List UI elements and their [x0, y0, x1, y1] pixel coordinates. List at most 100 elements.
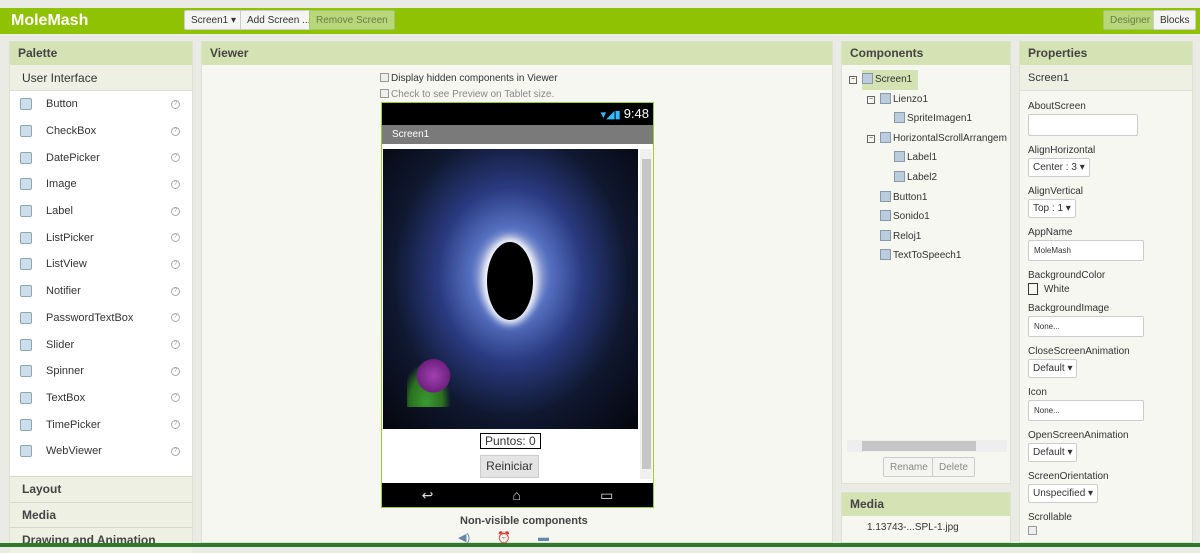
delete-button[interactable]: Delete	[932, 457, 975, 477]
palette-item-listpicker[interactable]: ListPicker?	[10, 224, 192, 251]
media-item[interactable]: 1.13743-...SPL-1.jpg	[842, 516, 1010, 533]
icon-input[interactable]: None...	[1028, 400, 1144, 421]
screen-title-bar: Screen1	[382, 125, 653, 144]
align-horizontal-select[interactable]: Center : 3 ▾	[1028, 158, 1090, 177]
help-icon[interactable]: ?	[171, 313, 180, 323]
palette-item-notifier[interactable]: Notifier?	[10, 278, 192, 305]
tree-item-label: HorizontalScrollArrangem	[893, 132, 1007, 144]
about-screen-textarea[interactable]	[1028, 114, 1138, 136]
palette-item-label[interactable]: Label?	[10, 198, 192, 225]
palette-category[interactable]: Layout	[10, 476, 192, 502]
display-hidden-checkbox[interactable]: Display hidden components in Viewer	[380, 73, 558, 84]
scrollable-label: Scrollable	[1028, 512, 1072, 523]
screen-orientation-select[interactable]: Unspecified ▾	[1028, 484, 1099, 503]
palette-item-slider[interactable]: Slider?	[10, 331, 192, 358]
palette-item-image[interactable]: Image?	[10, 171, 192, 198]
help-icon[interactable]: ?	[171, 126, 180, 136]
nav-bar: ↩ ⌂ ▭	[382, 483, 653, 507]
tree-item[interactable]: − Lienzo1	[842, 90, 1010, 110]
tablet-preview-checkbox[interactable]: Check to see Preview on Tablet size.	[380, 89, 554, 100]
help-icon[interactable]: ?	[171, 179, 180, 189]
tree-item-label: Button1	[893, 191, 928, 203]
tree-item[interactable]: − Screen1	[842, 70, 1010, 90]
palette-item-passwordtextbox[interactable]: PasswordTextBox?	[10, 305, 192, 332]
collapse-icon[interactable]: −	[849, 76, 857, 84]
palette-item-label: PasswordTextBox	[46, 311, 134, 324]
tree-item[interactable]: Label1	[842, 148, 1010, 168]
palette-item-spinner[interactable]: Spinner?	[10, 358, 192, 385]
remove-screen-button[interactable]: Remove Screen	[309, 10, 395, 30]
palette-item-label: Slider	[46, 338, 75, 351]
checkbox-icon[interactable]	[380, 73, 389, 82]
help-icon[interactable]: ?	[171, 206, 180, 216]
tree-item[interactable]: Label2	[842, 168, 1010, 188]
palette-item-datepicker[interactable]: DatePicker?	[10, 144, 192, 171]
datepicker-icon	[20, 151, 32, 164]
tree-item[interactable]: Sonido1	[842, 207, 1010, 227]
passwordtextbox-icon	[20, 311, 32, 324]
help-icon[interactable]: ?	[171, 420, 180, 430]
palette-item-timepicker[interactable]: TimePicker?	[10, 411, 192, 438]
components-title: Components	[842, 42, 1010, 65]
help-icon[interactable]: ?	[171, 233, 180, 243]
screen-select[interactable]: Screen1 ▾	[184, 10, 244, 30]
help-icon[interactable]: ?	[171, 340, 180, 350]
tree-item[interactable]: SpriteImagen1	[842, 109, 1010, 129]
background-image-input[interactable]: None...	[1028, 316, 1144, 337]
black-hole-image	[487, 242, 533, 320]
color-swatch[interactable]	[1028, 283, 1038, 295]
palette-item-label: TimePicker	[46, 418, 101, 431]
align-vertical-select[interactable]: Top : 1 ▾	[1028, 199, 1076, 218]
help-icon[interactable]: ?	[171, 446, 180, 456]
webviewer-icon	[20, 445, 32, 458]
palette-category[interactable]: Drawing and Animation	[10, 527, 192, 553]
app-name-label: AppName	[1028, 227, 1073, 238]
collapse-icon[interactable]: −	[867, 134, 875, 143]
help-icon[interactable]: ?	[171, 393, 180, 403]
palette-category[interactable]: Media	[10, 501, 192, 527]
blocks-button[interactable]: Blocks	[1153, 10, 1197, 30]
scrollable-checkbox[interactable]	[1028, 526, 1037, 535]
tree-item[interactable]: TextToSpeech1	[842, 246, 1010, 266]
palette-item-listview[interactable]: ListView?	[10, 251, 192, 278]
tree-item[interactable]: Button1	[842, 188, 1010, 208]
palette-item-checkbox[interactable]: CheckBox?	[10, 118, 192, 145]
listview-icon	[20, 258, 32, 271]
collapse-icon[interactable]: −	[867, 95, 875, 104]
components-hscroll[interactable]	[847, 440, 1007, 452]
background-color-picker[interactable]: White	[1028, 283, 1192, 295]
tree-item-label: Screen1	[875, 74, 913, 85]
canvas-lienzo1[interactable]	[383, 149, 638, 429]
palette-section-user-interface[interactable]: User Interface	[10, 65, 192, 91]
align-vertical-label: AlignVertical	[1028, 186, 1084, 197]
phone-scrollbar[interactable]	[640, 149, 652, 479]
component-icon	[880, 210, 891, 222]
palette-item-label: Notifier	[46, 285, 81, 298]
palette-item-label: ListView	[46, 258, 87, 271]
palette-item-textbox[interactable]: TextBox?	[10, 385, 192, 412]
rename-button[interactable]: Rename	[883, 457, 935, 477]
wifi-signal-battery-icon: ▾◢▮	[600, 109, 624, 121]
tree-item[interactable]: − HorizontalScrollArrangem	[842, 129, 1010, 149]
add-screen-button[interactable]: Add Screen ...	[240, 10, 318, 30]
help-icon[interactable]: ?	[171, 99, 180, 109]
close-animation-select[interactable]: Default ▾	[1028, 359, 1078, 378]
help-icon[interactable]: ?	[171, 259, 180, 269]
open-animation-select[interactable]: Default ▾	[1028, 443, 1078, 462]
help-icon[interactable]: ?	[171, 286, 180, 296]
app-name-input[interactable]: MoleMash	[1028, 240, 1144, 261]
textbox-icon	[20, 391, 32, 404]
palette-list: Button? CheckBox? DatePicker? Image? Label? L…	[10, 91, 192, 476]
tree-item[interactable]: Reloj1	[842, 227, 1010, 247]
help-icon[interactable]: ?	[171, 366, 180, 376]
tree-item-label: Sonido1	[893, 211, 930, 223]
palette-item-webviewer[interactable]: WebViewer?	[10, 438, 192, 465]
sprite-imagen1[interactable]	[407, 355, 455, 407]
designer-button[interactable]: Designer	[1103, 10, 1158, 30]
palette-item-button[interactable]: Button?	[10, 91, 192, 118]
reiniciar-button[interactable]: Reiniciar	[480, 455, 539, 478]
palette-item-label: TextBox	[46, 391, 86, 404]
help-icon[interactable]: ?	[171, 153, 180, 163]
status-time: 9:48	[623, 106, 649, 121]
checkbox-icon[interactable]	[380, 89, 389, 98]
